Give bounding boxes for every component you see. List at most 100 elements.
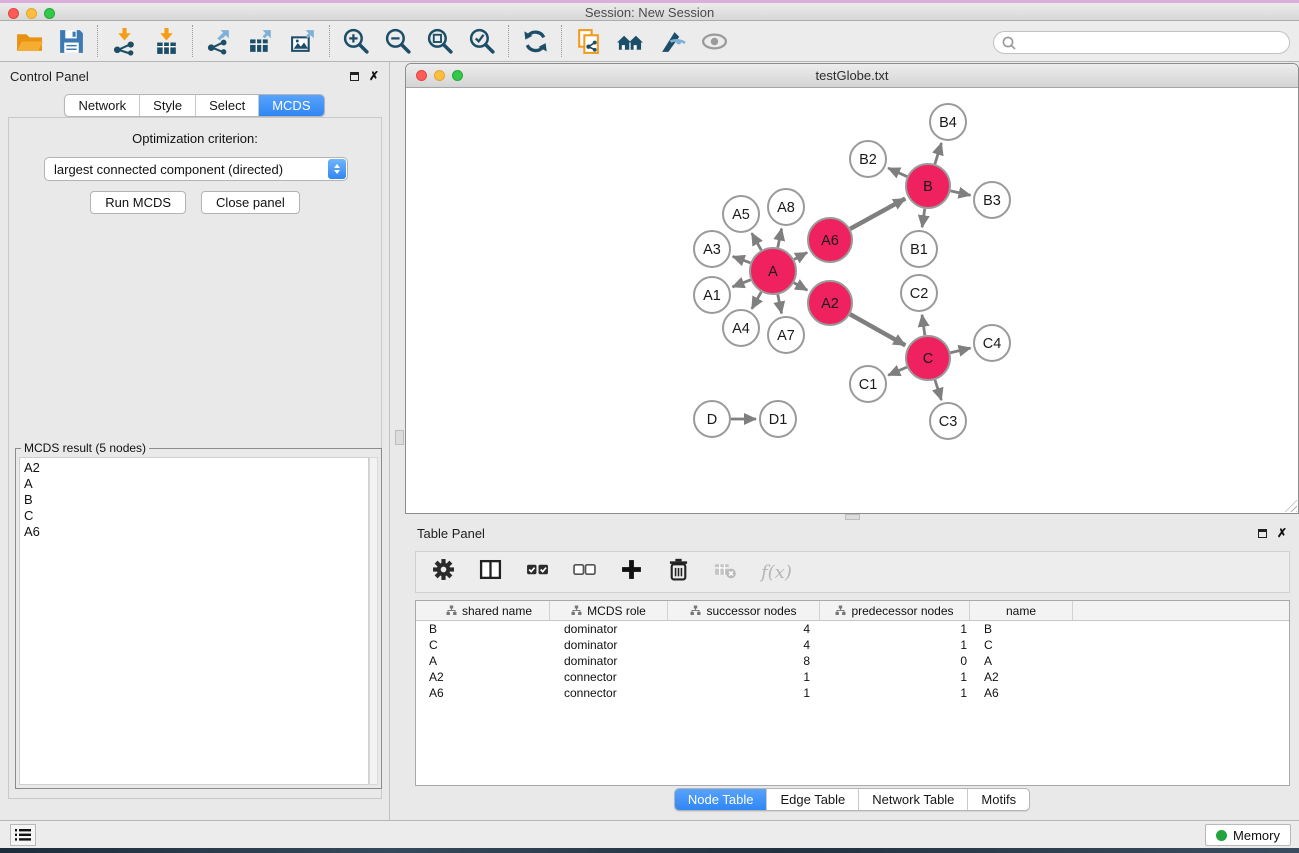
graph-node-label: B3 [983, 193, 1001, 209]
toggle-graphics-details-button[interactable] [651, 23, 693, 59]
table-cell: C [416, 638, 550, 652]
show-hide-panel-button[interactable] [693, 23, 735, 59]
export-image-button[interactable] [282, 23, 324, 59]
zoom-out-icon [384, 27, 413, 56]
graph-edge-B-B4[interactable] [935, 143, 942, 164]
open-session-button[interactable] [8, 23, 50, 59]
refresh-button[interactable] [514, 23, 556, 59]
graph-edge-A-A7[interactable] [778, 295, 782, 314]
mcds-result-item[interactable]: C [24, 508, 368, 524]
delete-column-button[interactable] [667, 558, 690, 586]
optimization-criterion-dropdown[interactable]: largest connected component (directed) [44, 157, 348, 181]
import-table-button[interactable] [145, 23, 187, 59]
graph-node-label: C1 [859, 377, 878, 393]
graph-edge-A-A4[interactable] [752, 292, 761, 309]
network-window-titlebar[interactable]: testGlobe.txt [406, 64, 1298, 88]
column-header-mcds-role[interactable]: MCDS role [550, 601, 668, 620]
float-panel-icon[interactable] [350, 72, 359, 81]
memory-button[interactable]: Memory [1205, 824, 1291, 846]
unselect-all-button[interactable] [573, 558, 596, 586]
mcds-result-item[interactable]: A2 [24, 460, 368, 476]
tab-network-table[interactable]: Network Table [858, 789, 967, 810]
table-row[interactable]: Bdominator41B [416, 621, 1289, 637]
hierarchy-icon [835, 605, 846, 616]
vertical-split-handle[interactable] [395, 430, 404, 445]
graph-edge-C-C4[interactable] [950, 348, 970, 353]
graph-edge-A2-C[interactable] [850, 314, 905, 345]
graph-edge-B-B3[interactable] [950, 191, 970, 195]
close-table-panel-icon[interactable]: ✗ [1277, 526, 1287, 540]
delete-table-button[interactable] [714, 558, 737, 586]
zoom-selected-button[interactable] [461, 23, 503, 59]
function-builder-button[interactable]: f(x) [761, 562, 792, 583]
gear-icon [432, 558, 455, 581]
search-input[interactable] [1021, 36, 1289, 50]
graph-edge-A-A3[interactable] [733, 256, 751, 262]
column-header-name[interactable]: name [970, 601, 1073, 620]
mcds-result-list[interactable]: A2ABCA6 [19, 457, 369, 785]
graph-edge-B-B2[interactable] [888, 168, 907, 177]
network-canvas[interactable]: B4B2BB3A8A5A6A3B1AC2A1A2A4A7C4CC1DD1C3 [406, 89, 1298, 513]
table-cell: B [416, 622, 550, 636]
graph-edge-A-A8[interactable] [778, 229, 782, 248]
import-network-icon [110, 27, 139, 56]
graph-edge-A-A5[interactable] [752, 233, 761, 250]
select-all-button[interactable] [526, 558, 549, 586]
home-layout-button[interactable] [609, 23, 651, 59]
network-view-window: testGlobe.txt B4B2BB3A8A5A6A3B1AC2A1A2A4… [405, 63, 1299, 514]
graph-edge-A-A2[interactable] [794, 283, 807, 291]
export-network-button[interactable] [198, 23, 240, 59]
run-mcds-button[interactable]: Run MCDS [90, 191, 186, 214]
column-visibility-button[interactable] [479, 558, 502, 586]
close-panel-icon[interactable]: ✗ [369, 69, 379, 83]
graph-edge-C-C2[interactable] [922, 315, 925, 335]
search-field[interactable] [993, 31, 1290, 54]
zoom-in-button[interactable] [335, 23, 377, 59]
table-row[interactable]: Adominator80A [416, 653, 1289, 669]
table-cell: connector [550, 686, 668, 700]
table-cell: A2 [416, 670, 550, 684]
graph-node-label: A6 [821, 233, 839, 249]
export-table-button[interactable] [240, 23, 282, 59]
tab-node-table[interactable]: Node Table [675, 789, 767, 810]
table-settings-button[interactable] [432, 558, 455, 586]
tab-style[interactable]: Style [139, 95, 195, 116]
mcds-result-item[interactable]: B [24, 492, 368, 508]
tab-mcds[interactable]: MCDS [258, 95, 323, 116]
save-session-button[interactable] [50, 23, 92, 59]
zoom-out-button[interactable] [377, 23, 419, 59]
graph-edge-B-B1[interactable] [922, 209, 925, 227]
graph-edge-A-A1[interactable] [732, 280, 750, 287]
column-header-successor-nodes[interactable]: successor nodes [668, 601, 820, 620]
add-column-button[interactable] [620, 558, 643, 586]
close-panel-button[interactable]: Close panel [201, 191, 300, 214]
graph-node-label: C [923, 351, 933, 367]
tab-motifs[interactable]: Motifs [967, 789, 1029, 810]
column-header-filler [1073, 601, 1289, 620]
float-table-panel-icon[interactable] [1258, 529, 1267, 538]
import-network-button[interactable] [103, 23, 145, 59]
tab-edge-table[interactable]: Edge Table [766, 789, 858, 810]
column-header-predecessor-nodes[interactable]: predecessor nodes [820, 601, 970, 620]
table-cell: 1 [820, 638, 970, 652]
column-header-shared-name[interactable]: shared name [416, 601, 550, 620]
zoom-fit-button[interactable] [419, 23, 461, 59]
graph-edge-A6-B[interactable] [850, 199, 905, 229]
mcds-result-item[interactable]: A [24, 476, 368, 492]
mcds-result-item[interactable]: A6 [24, 524, 368, 540]
table-row[interactable]: A2connector11A2 [416, 669, 1289, 685]
table-row[interactable]: A6connector11A6 [416, 685, 1289, 701]
table-row[interactable]: Cdominator41C [416, 637, 1289, 653]
graph-edge-A-A6[interactable] [794, 252, 807, 259]
graph-node-label: C3 [939, 414, 958, 430]
graph-edge-C-C3[interactable] [935, 380, 941, 400]
table-cell: dominator [550, 622, 668, 636]
clone-network-button[interactable] [567, 23, 609, 59]
result-scrollbar[interactable] [369, 457, 378, 785]
show-log-button[interactable] [10, 824, 36, 846]
table-cell: A [970, 654, 1073, 668]
table-cell: 8 [668, 654, 820, 668]
tab-select[interactable]: Select [195, 95, 258, 116]
graph-edge-C-C1[interactable] [888, 367, 907, 375]
tab-network[interactable]: Network [65, 95, 139, 116]
